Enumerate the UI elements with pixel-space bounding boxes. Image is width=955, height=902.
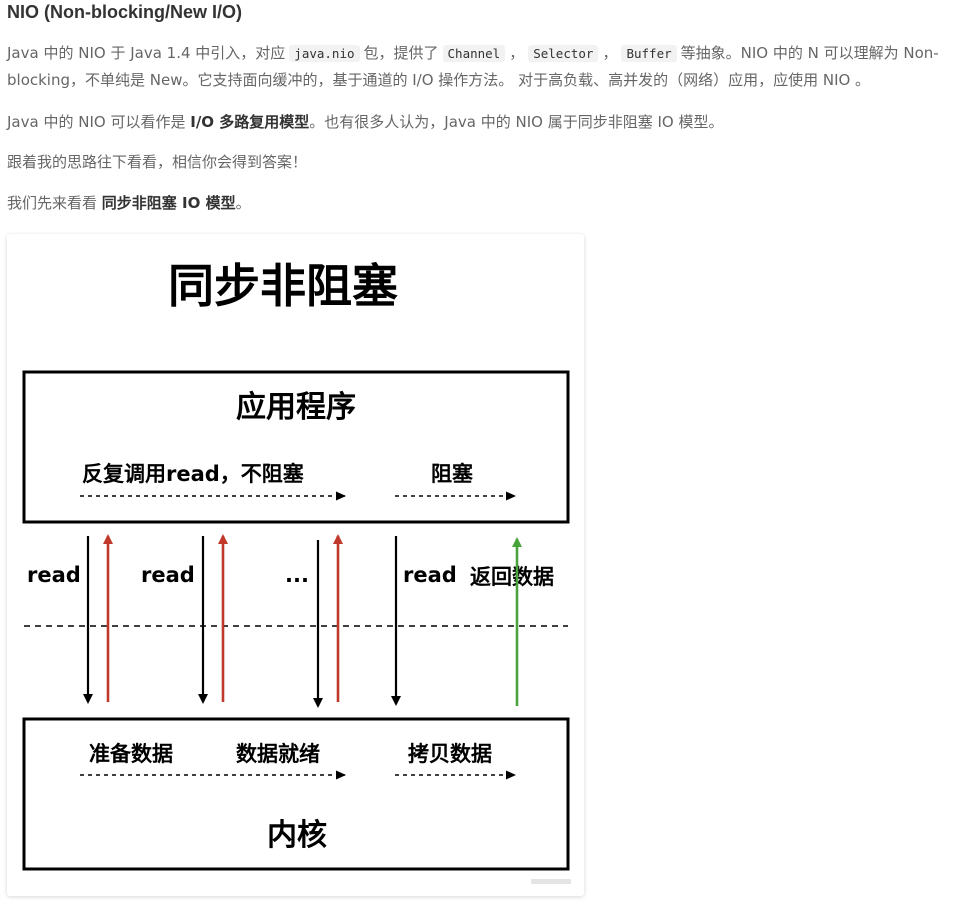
paragraph-follow: 跟着我的思路往下看看，相信你会得到答案！ [7, 153, 308, 171]
app-label-blocking: 阻塞 [431, 462, 474, 486]
paragraph-multiplexing: Java 中的 NIO 可以看作是 I/O 多路复用模型。也有很多人认为，Jav… [7, 109, 947, 136]
read-label-1: read [27, 563, 81, 587]
intro-text-4: ， [602, 44, 618, 62]
kernel-label-copy: 拷贝数据 [408, 742, 492, 766]
intro-text-2: 包，提供了 [363, 44, 439, 62]
return-data-label: 返回数据 [470, 565, 554, 589]
code-buffer: Buffer [621, 45, 677, 62]
kernel-label-ready: 数据就绪 [236, 742, 320, 766]
multiplex-text-1: Java 中的 NIO 可以看作是 [7, 113, 186, 131]
intro-text-1: Java 中的 NIO 于 Java 1.4 中引入，对应 [7, 44, 286, 62]
diagram-title: 同步非阻塞 [168, 259, 398, 313]
kernel-label-prepare: 准备数据 [89, 742, 173, 766]
look-text-2: 。 [235, 194, 251, 212]
code-java-nio: java.nio [289, 45, 360, 62]
code-selector: Selector [528, 45, 599, 62]
paragraph-nio-intro: Java 中的 NIO 于 Java 1.4 中引入，对应 java.nio 包，提… [7, 40, 947, 94]
read-label-2: read [141, 563, 195, 587]
ellipsis-label: ... [285, 563, 309, 587]
app-box-title: 应用程序 [236, 390, 356, 425]
nio-diagram: 同步非阻塞 应用程序 反复调用read，不阻塞 阻塞 read read ...… [22, 259, 571, 884]
nio-diagram-figure: 同步非阻塞 应用程序 反复调用read，不阻塞 阻塞 read read ...… [7, 234, 584, 896]
paragraph-look: 我们先来看看 同步非阻塞 IO 模型。 [7, 190, 947, 217]
code-channel: Channel [442, 45, 506, 62]
intro-text-3: ， [509, 44, 525, 62]
look-text-1: 我们先来看看 [7, 194, 98, 212]
multiplex-bold: I/O 多路复用模型 [190, 113, 310, 131]
watermark-mark [531, 879, 571, 884]
app-label-nonblocking: 反复调用read，不阻塞 [82, 462, 305, 486]
kernel-box-title: 内核 [267, 818, 327, 853]
read-label-3: read [403, 563, 457, 587]
multiplex-text-2: 。也有很多人认为，Java 中的 NIO 属于同步非阻塞 IO 模型。 [309, 113, 724, 131]
look-bold: 同步非阻塞 IO 模型 [101, 194, 236, 212]
section-heading: NIO (Non-blocking/New I/O) [7, 2, 242, 22]
